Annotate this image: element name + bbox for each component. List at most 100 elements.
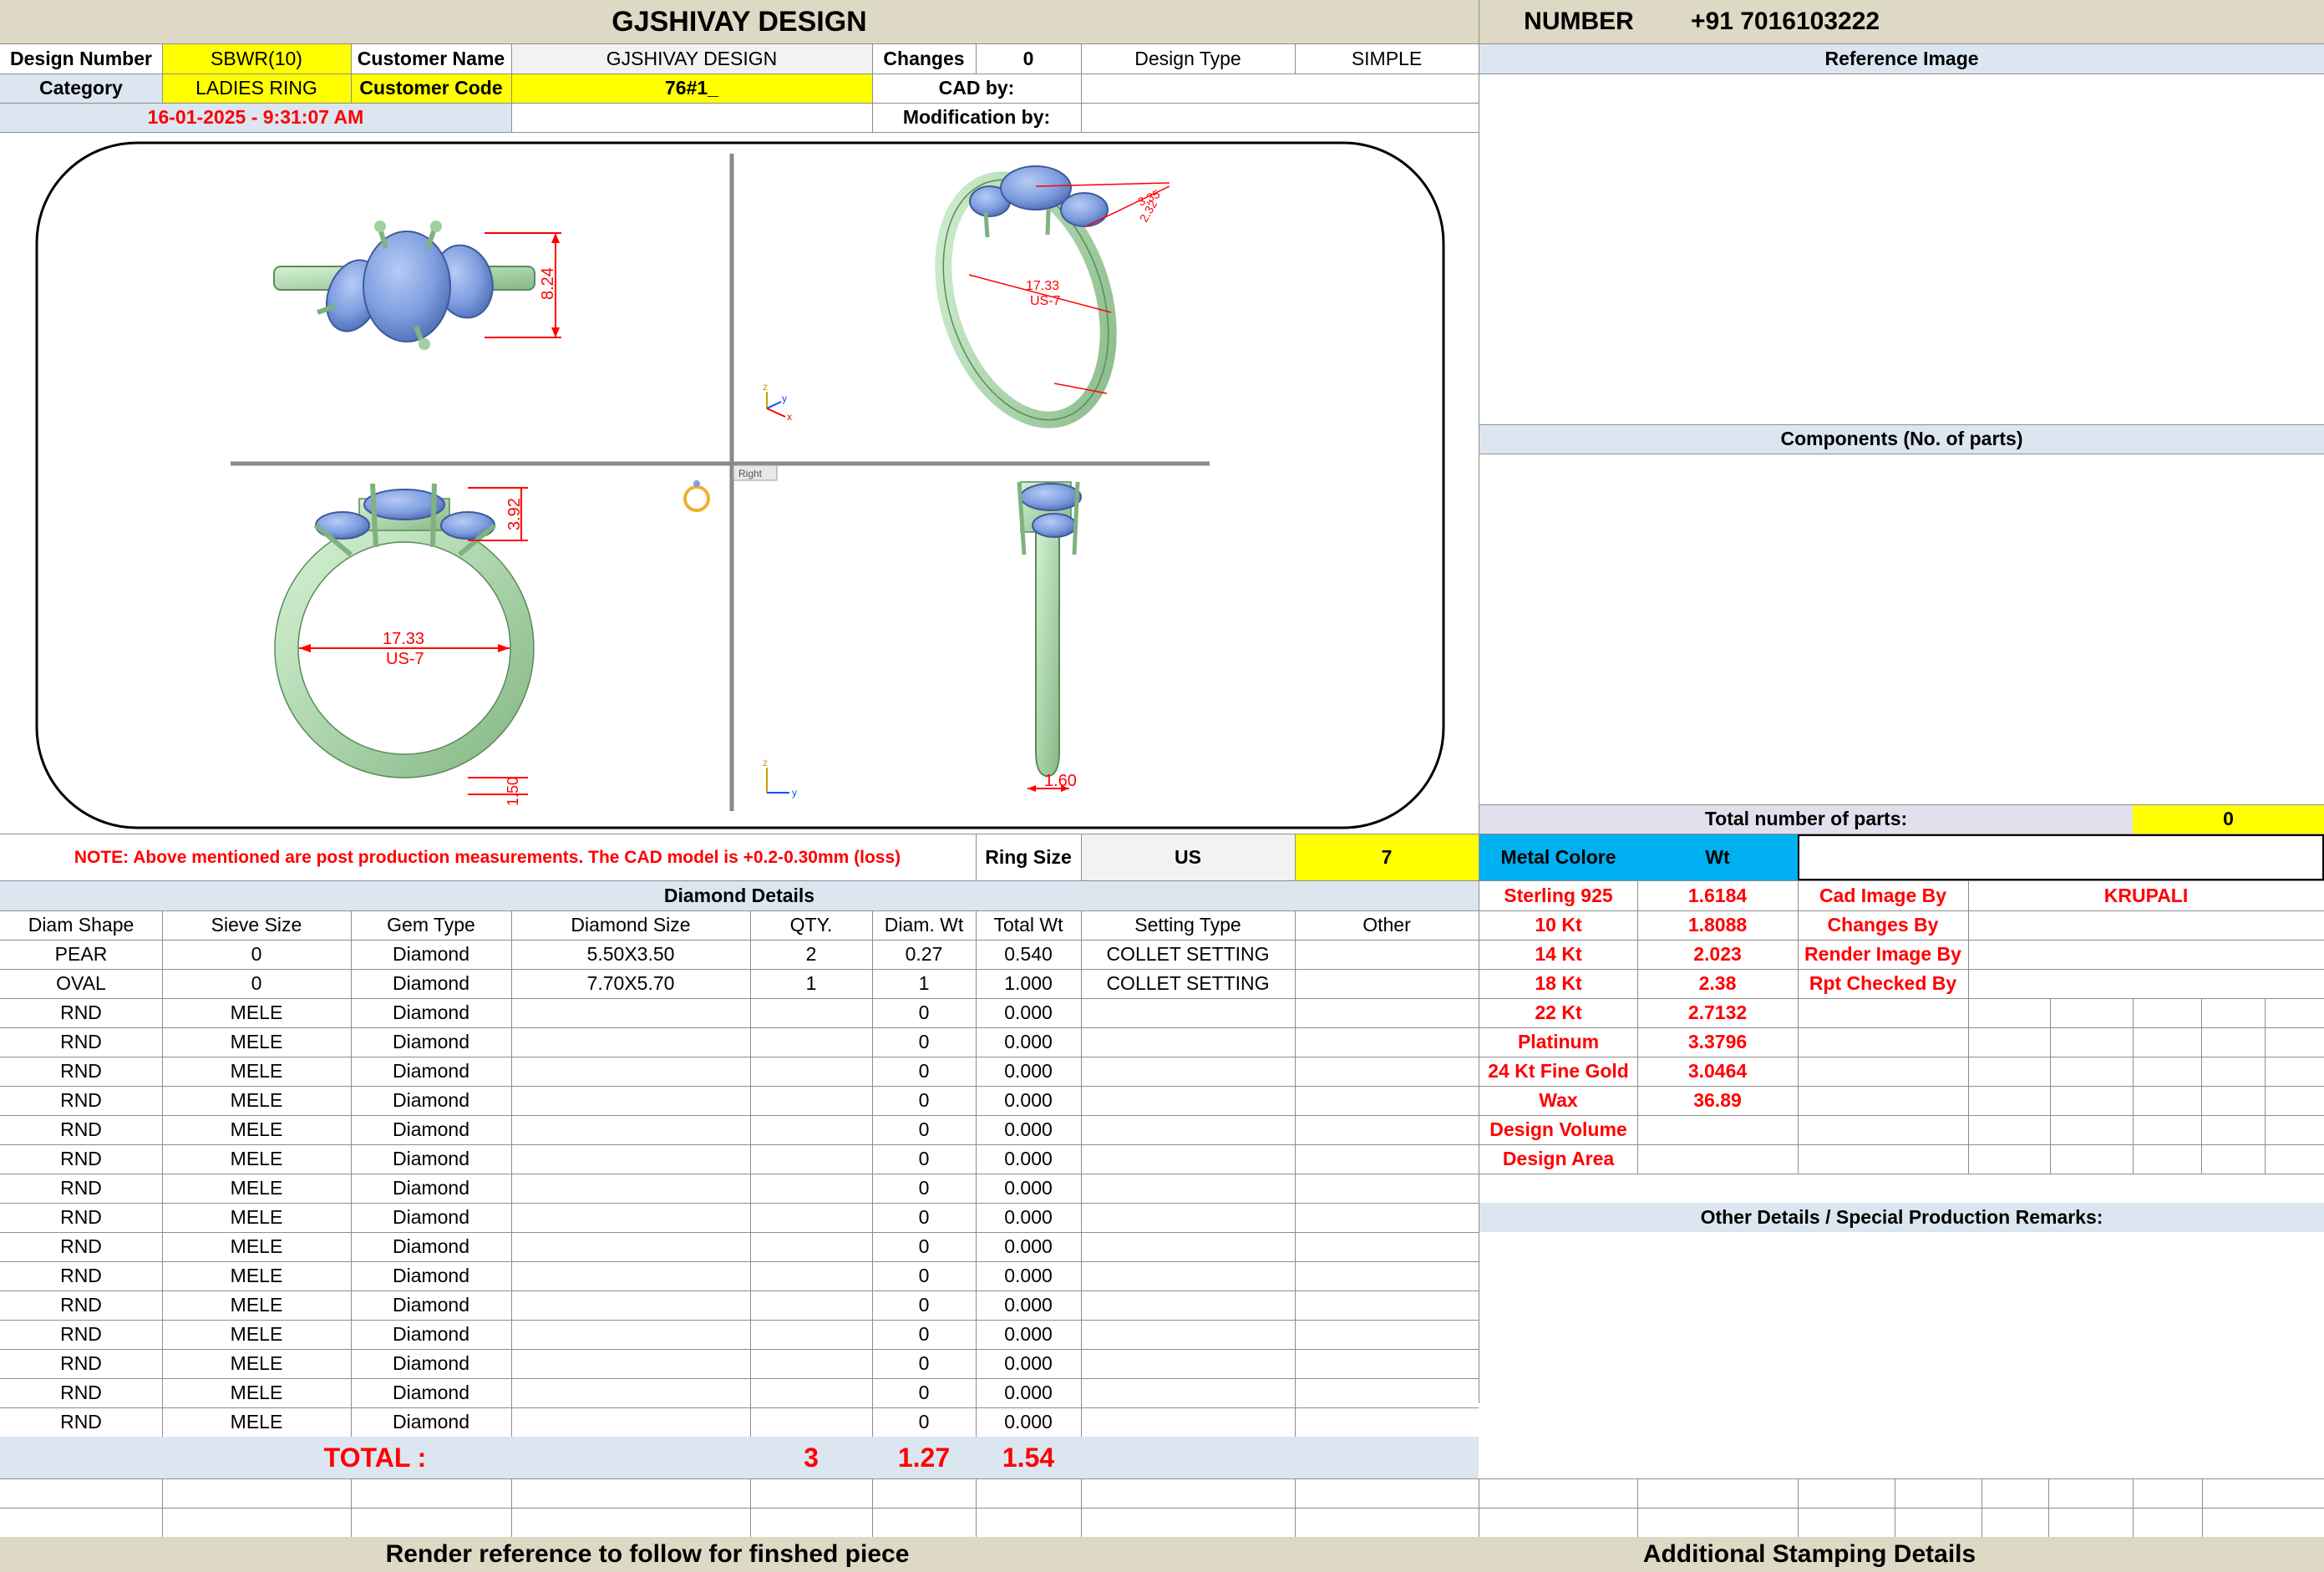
metal-row: 22 Kt 2.7132 (1479, 998, 2324, 1027)
diamond-cell-qty (750, 1086, 872, 1115)
diamond-cell-diam-wt: 0 (918, 1411, 930, 1433)
diamond-cell-other (1295, 1144, 1479, 1174)
diamond-cell-other (1295, 1057, 1479, 1086)
diamond-cell-other (1295, 969, 1479, 998)
diamond-cell-sieve: MELE (230, 1031, 283, 1052)
diamond-cell-sieve: MELE (230, 1177, 283, 1199)
diamond-cell-shape: OVAL (56, 972, 106, 994)
diamond-cell-gem: Diamond (392, 1089, 470, 1111)
view-selector-label: Right (738, 468, 763, 479)
diamond-header-sieve: Sieve Size (211, 914, 302, 936)
diamond-cell-setting (1081, 1115, 1295, 1144)
ring-size-value: 7 (1295, 834, 1479, 880)
diamond-cell-total-wt: 0.000 (1004, 1177, 1053, 1199)
ring-size-label: Ring Size (985, 846, 1072, 868)
diamond-cell-total-wt: 0.000 (1004, 1235, 1053, 1257)
number-label: NUMBER (1479, 0, 1679, 43)
diamond-row: RND MELE Diamond 0 0.000 (0, 1086, 1479, 1115)
diamond-cell-qty (750, 1057, 872, 1086)
diamond-cell-size (511, 1086, 750, 1115)
diamond-cell-size (511, 1115, 750, 1144)
metal-wt: 2.7132 (1687, 1002, 1748, 1023)
diamond-cell-other (1295, 1086, 1479, 1115)
diamond-row: RND MELE Diamond 0 0.000 (0, 998, 1479, 1027)
diamond-cell-sieve: MELE (230, 1323, 283, 1345)
cad-drawing-area: 8.24 z y x 17.33 US-7 2.32 3.35 Right 3.… (0, 133, 1479, 834)
metal-color-header: Metal Colore (1479, 834, 1637, 880)
diamond-row: RND MELE Diamond 0 0.000 (0, 1261, 1479, 1291)
diamond-cell-qty (750, 1174, 872, 1203)
diamond-cell-other (1295, 1232, 1479, 1261)
total-parts-label: Total number of parts: (1479, 804, 2133, 834)
diamond-cell-gem: Diamond (392, 1002, 470, 1023)
diamond-cell-other (1295, 1378, 1479, 1407)
metal-name: Wax (1539, 1089, 1578, 1111)
axis-z-label-bottom: z (763, 757, 768, 768)
diamond-cell-setting (1081, 1349, 1295, 1378)
diamond-cell-qty (750, 1407, 872, 1437)
dim-us-persp: US-7 (1030, 294, 1061, 308)
diamond-cell-total-wt: 0.000 (1004, 1089, 1053, 1111)
diamond-cell-other (1295, 1261, 1479, 1291)
diamond-cell-sieve: 0 (251, 943, 262, 965)
diamond-cell-qty (750, 1027, 872, 1057)
diamond-cell-sieve: MELE (230, 1294, 283, 1316)
metal-wt: 2.38 (1698, 972, 1737, 994)
metal-name: Sterling 925 (1504, 885, 1613, 906)
customer-code-label: Customer Code (351, 74, 511, 103)
diamond-cell-diam-wt: 0 (918, 1294, 930, 1316)
diamond-cell-sieve: MELE (230, 1235, 283, 1257)
diamond-header-total-wt: Total Wt (993, 914, 1063, 936)
diamond-cell-size (511, 1378, 750, 1407)
diamond-cell-size (511, 998, 750, 1027)
diamond-cell-qty (750, 998, 872, 1027)
diamond-cell-size (511, 1174, 750, 1203)
diamond-cell-sieve: MELE (230, 1060, 283, 1082)
metal-wt: 1.8088 (1687, 914, 1748, 936)
diamond-row: RND MELE Diamond 0 0.000 (0, 1203, 1479, 1232)
diamond-cell-other (1295, 1349, 1479, 1378)
diamond-cell-total-wt: 0.000 (1004, 1323, 1053, 1345)
diamond-cell-sieve: MELE (230, 1206, 283, 1228)
diamond-cell-size (511, 1320, 750, 1349)
diamond-cell-gem: Diamond (392, 1382, 470, 1403)
diamond-cell-total-wt: 0.000 (1004, 1206, 1053, 1228)
diamond-cell-qty: 2 (805, 943, 817, 965)
diamond-cell-setting (1081, 1086, 1295, 1115)
diamond-cell-total-wt: 0.540 (1004, 943, 1053, 965)
diamond-cell-gem: Diamond (392, 1265, 470, 1286)
diamond-row: RND MELE Diamond 0 0.000 (0, 1320, 1479, 1349)
diamond-cell-other (1295, 1174, 1479, 1203)
metal-row: 24 Kt Fine Gold 3.0464 (1479, 1057, 2324, 1086)
diamond-row: RND MELE Diamond 0 0.000 (0, 1057, 1479, 1086)
diamond-cell-diam-wt: 0 (918, 1206, 930, 1228)
diamond-cell-gem: Diamond (392, 1060, 470, 1082)
date-time: 16-01-2025 - 9:31:07 AM (0, 103, 511, 132)
staff-label: Rpt Checked By (1809, 972, 1957, 994)
customer-code-value: 76#1_ (511, 74, 872, 103)
diamond-cell-other (1295, 1027, 1479, 1057)
diamond-cell-setting (1081, 1320, 1295, 1349)
staff-label: Render Image By (1804, 943, 1961, 965)
metal-row: Wax 36.89 (1479, 1086, 2324, 1115)
diamond-header-size: Diamond Size (571, 914, 691, 936)
diamond-cell-diam-wt: 0 (918, 1118, 930, 1140)
empty-grid (0, 1478, 2324, 1538)
diamond-cell-setting (1081, 1203, 1295, 1232)
diamond-cell-other (1295, 940, 1479, 969)
diamond-cell-diam-wt: 0 (918, 1148, 930, 1169)
cad-drawing: 8.24 z y x 17.33 US-7 2.32 3.35 Right 3.… (35, 141, 1445, 829)
diamond-cell-shape: RND (60, 1118, 102, 1140)
diamond-cell-size (511, 1407, 750, 1437)
diamond-row: RND MELE Diamond 0 0.000 (0, 1144, 1479, 1174)
view-selector-tab[interactable]: Right (733, 464, 778, 481)
diamond-cell-diam-wt: 0 (918, 1352, 930, 1374)
diamond-cell-setting (1081, 1057, 1295, 1086)
diamond-header-shape: Diam Shape (28, 914, 134, 936)
diamond-cell-other (1295, 998, 1479, 1027)
diamond-header-qty: QTY. (789, 914, 833, 936)
total-wt: 1.54 (976, 1437, 1081, 1478)
diamond-cell-gem: Diamond (392, 943, 470, 965)
diamond-cell-gem: Diamond (392, 1177, 470, 1199)
metal-name: 22 Kt (1535, 1002, 1582, 1023)
